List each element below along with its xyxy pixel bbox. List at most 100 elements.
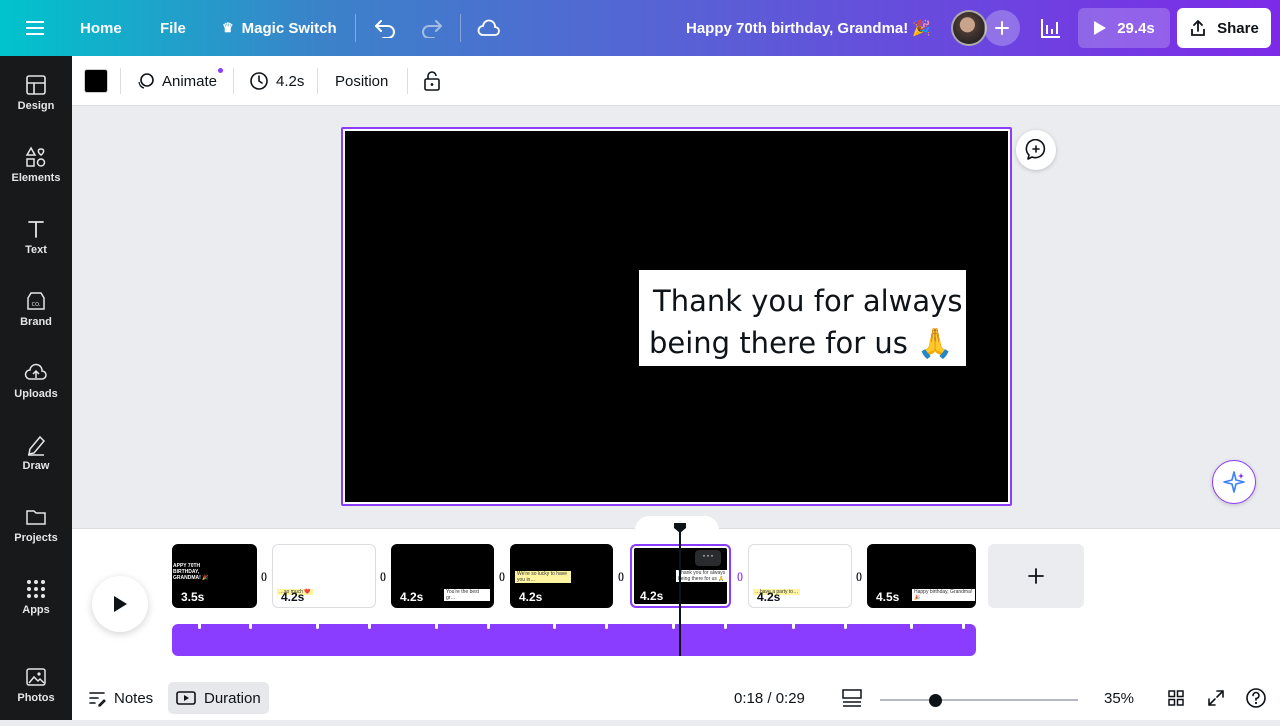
clip-preview-text: You're the best gr… bbox=[444, 589, 490, 601]
timeline-clip[interactable]: …so much ❤️ 4.2s bbox=[272, 544, 376, 608]
duration-button[interactable]: 4.2s bbox=[249, 56, 304, 106]
apps-icon bbox=[27, 580, 45, 598]
transition-button[interactable]: () bbox=[257, 569, 271, 583]
cloud-save-icon[interactable] bbox=[477, 0, 501, 56]
notes-icon bbox=[89, 692, 106, 707]
timeline-clip[interactable]: You're the best gr… 4.2s bbox=[391, 544, 494, 608]
clip-duration: 4.2s bbox=[400, 590, 424, 604]
menu-icon[interactable] bbox=[26, 0, 46, 56]
sidebar: Design Elements Text CO. Brand Uploads D… bbox=[0, 56, 72, 720]
transition-button[interactable]: () bbox=[614, 569, 628, 583]
audio-track[interactable] bbox=[172, 624, 976, 656]
clip-duration: 4.2s bbox=[519, 590, 543, 604]
page-canvas-frame[interactable]: Thank you for always being there for us … bbox=[341, 127, 1012, 506]
color-swatch[interactable] bbox=[84, 69, 108, 93]
audio-beat-marker bbox=[605, 624, 608, 629]
sidebar-item-draw[interactable]: Draw bbox=[0, 434, 72, 494]
grid-view-icon[interactable] bbox=[1167, 676, 1185, 720]
sidebar-item-label: Photos bbox=[17, 692, 55, 704]
brand-icon: CO. bbox=[27, 292, 45, 310]
avatar[interactable] bbox=[951, 10, 987, 46]
redo-icon[interactable] bbox=[420, 0, 444, 56]
timeline-clip[interactable]: …have a party to… 4.2s bbox=[748, 544, 852, 608]
sidebar-item-text[interactable]: Text bbox=[0, 218, 72, 278]
play-preview-button[interactable]: 29.4s bbox=[1078, 8, 1170, 48]
transition-button[interactable]: () bbox=[376, 569, 390, 583]
document-title[interactable]: Happy 70th birthday, Grandma! 🎉 bbox=[686, 0, 931, 56]
sidebar-item-label: Apps bbox=[22, 604, 50, 616]
svg-text:CO.: CO. bbox=[32, 302, 41, 308]
animate-button[interactable]: Animate bbox=[136, 56, 224, 106]
add-page-button[interactable] bbox=[988, 544, 1084, 608]
top-bar: Home File ♛ Magic Switch Happy 70th birt… bbox=[0, 0, 1280, 56]
timeline-clip[interactable]: Happy birthday, Grandma! 🎉 4.5s bbox=[867, 544, 976, 608]
file-menu-button[interactable]: File bbox=[160, 0, 186, 56]
audio-beat-marker bbox=[724, 624, 727, 629]
notes-button[interactable]: Notes bbox=[88, 676, 153, 720]
sidebar-item-design[interactable]: Design bbox=[0, 74, 72, 134]
magic-switch-button[interactable]: ♛ Magic Switch bbox=[222, 0, 337, 56]
sidebar-item-label: Design bbox=[17, 100, 55, 112]
sidebar-item-label: Text bbox=[25, 244, 47, 256]
plus-icon bbox=[995, 21, 1009, 35]
photos-icon bbox=[26, 668, 46, 686]
audio-beat-marker bbox=[487, 624, 490, 629]
home-button[interactable]: Home bbox=[80, 0, 122, 56]
insights-icon[interactable] bbox=[1038, 0, 1062, 56]
position-button[interactable]: Position bbox=[335, 56, 388, 106]
clip-duration: 3.5s bbox=[181, 590, 205, 604]
divider bbox=[407, 68, 408, 94]
zoom-slider-track[interactable] bbox=[880, 699, 1078, 701]
playhead-handle[interactable] bbox=[673, 521, 687, 533]
share-button[interactable]: Share bbox=[1177, 8, 1271, 48]
duration-toggle-button[interactable]: Duration bbox=[168, 682, 269, 714]
sidebar-item-label: Uploads bbox=[14, 388, 58, 400]
transition-button[interactable]: () bbox=[852, 569, 866, 583]
elements-icon bbox=[25, 146, 46, 167]
page-view-icon[interactable] bbox=[842, 676, 862, 720]
playhead[interactable] bbox=[679, 530, 681, 656]
audio-beat-marker bbox=[316, 624, 319, 629]
sidebar-item-projects[interactable]: Projects bbox=[0, 506, 72, 566]
crown-icon: ♛ bbox=[222, 20, 234, 35]
page-canvas[interactable]: Thank you for always being there for us … bbox=[345, 131, 1008, 502]
sidebar-item-elements[interactable]: Elements bbox=[0, 146, 72, 206]
add-comment-button[interactable] bbox=[1016, 130, 1056, 170]
transition-button[interactable]: () bbox=[733, 569, 747, 583]
zoom-slider-handle[interactable] bbox=[928, 694, 942, 707]
undo-icon[interactable] bbox=[373, 0, 397, 56]
sidebar-item-apps[interactable]: Apps bbox=[0, 578, 72, 638]
fullscreen-icon[interactable] bbox=[1207, 676, 1225, 720]
canvas-text-box[interactable]: Thank you for always being there for us … bbox=[639, 270, 966, 366]
add-collaborator-button[interactable] bbox=[984, 10, 1020, 46]
duration-toggle-label: Duration bbox=[204, 689, 261, 707]
sparkle-icon bbox=[1223, 471, 1245, 493]
divider bbox=[355, 14, 356, 42]
transition-button[interactable]: () bbox=[495, 569, 509, 583]
sidebar-item-brand[interactable]: CO. Brand bbox=[0, 290, 72, 350]
zoom-level[interactable]: 35% bbox=[1104, 676, 1134, 720]
timeline-play-button[interactable] bbox=[92, 576, 148, 632]
divider bbox=[120, 68, 121, 94]
audio-beat-marker bbox=[672, 624, 675, 629]
audio-beat-marker bbox=[910, 624, 913, 629]
text-icon bbox=[28, 221, 44, 238]
canvas-text-line: being there for us 🙏 bbox=[649, 326, 954, 360]
lock-icon[interactable] bbox=[423, 56, 441, 106]
sidebar-item-label: Elements bbox=[11, 172, 61, 184]
timeline-clip[interactable]: We're so lucky to have you in… 4.2s bbox=[510, 544, 613, 608]
help-icon[interactable] bbox=[1245, 676, 1267, 720]
magic-assistant-button[interactable] bbox=[1212, 460, 1256, 504]
timeline-clip[interactable]: APPY 70TH BIRTHDAY, GRANDMA! 🎉 3.5s bbox=[172, 544, 257, 608]
uploads-icon bbox=[24, 363, 47, 380]
play-icon bbox=[1094, 21, 1107, 35]
sidebar-item-photos[interactable]: Photos bbox=[0, 666, 72, 726]
time-display: 0:18 / 0:29 bbox=[734, 689, 805, 707]
sidebar-item-uploads[interactable]: Uploads bbox=[0, 362, 72, 422]
audio-beat-marker bbox=[844, 624, 847, 629]
plus-icon bbox=[1028, 568, 1044, 584]
clip-more-icon[interactable]: ··· bbox=[695, 549, 721, 566]
divider bbox=[317, 68, 318, 94]
notification-dot bbox=[218, 68, 224, 73]
audio-beat-marker bbox=[368, 624, 371, 629]
